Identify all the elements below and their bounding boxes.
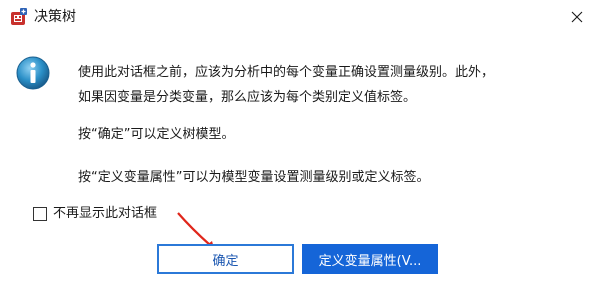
dialog-body: 使用此对话框之前，应该为分析中的每个变量正确设置测量级别。此外， 如果因变量是分… bbox=[0, 36, 600, 285]
message-line-4: 按“定义变量属性”可以为模型变量设置测量级别或定义标签。 bbox=[78, 170, 430, 185]
checkbox-label: 不再显示此对话框 bbox=[53, 206, 158, 221]
app-icon bbox=[11, 8, 27, 25]
define-variable-properties-button[interactable]: 定义变量属性(V... bbox=[302, 244, 438, 274]
window-title: 决策树 bbox=[34, 9, 76, 25]
info-icon bbox=[16, 56, 50, 90]
message-line-1: 使用此对话框之前，应该为分析中的每个变量正确设置测量级别。此外， bbox=[78, 65, 495, 80]
title-bar: 决策树 bbox=[0, 0, 600, 36]
ok-button[interactable]: 确定 bbox=[157, 244, 294, 274]
decision-tree-dialog: 决策树 使用此对话框之前，应该为分析中的每个变量正确设置测量级别。此外， 如果因… bbox=[0, 0, 600, 285]
dont-show-again-checkbox[interactable]: 不再显示此对话框 bbox=[33, 205, 157, 223]
close-button[interactable] bbox=[554, 0, 600, 34]
message-line-2: 如果因变量是分类变量，那么应该为每个类别定义值标签。 bbox=[78, 90, 417, 105]
checkbox-box[interactable] bbox=[33, 207, 47, 221]
close-icon bbox=[571, 11, 583, 23]
message-line-3: 按“确定”可以定义树模型。 bbox=[78, 127, 235, 142]
